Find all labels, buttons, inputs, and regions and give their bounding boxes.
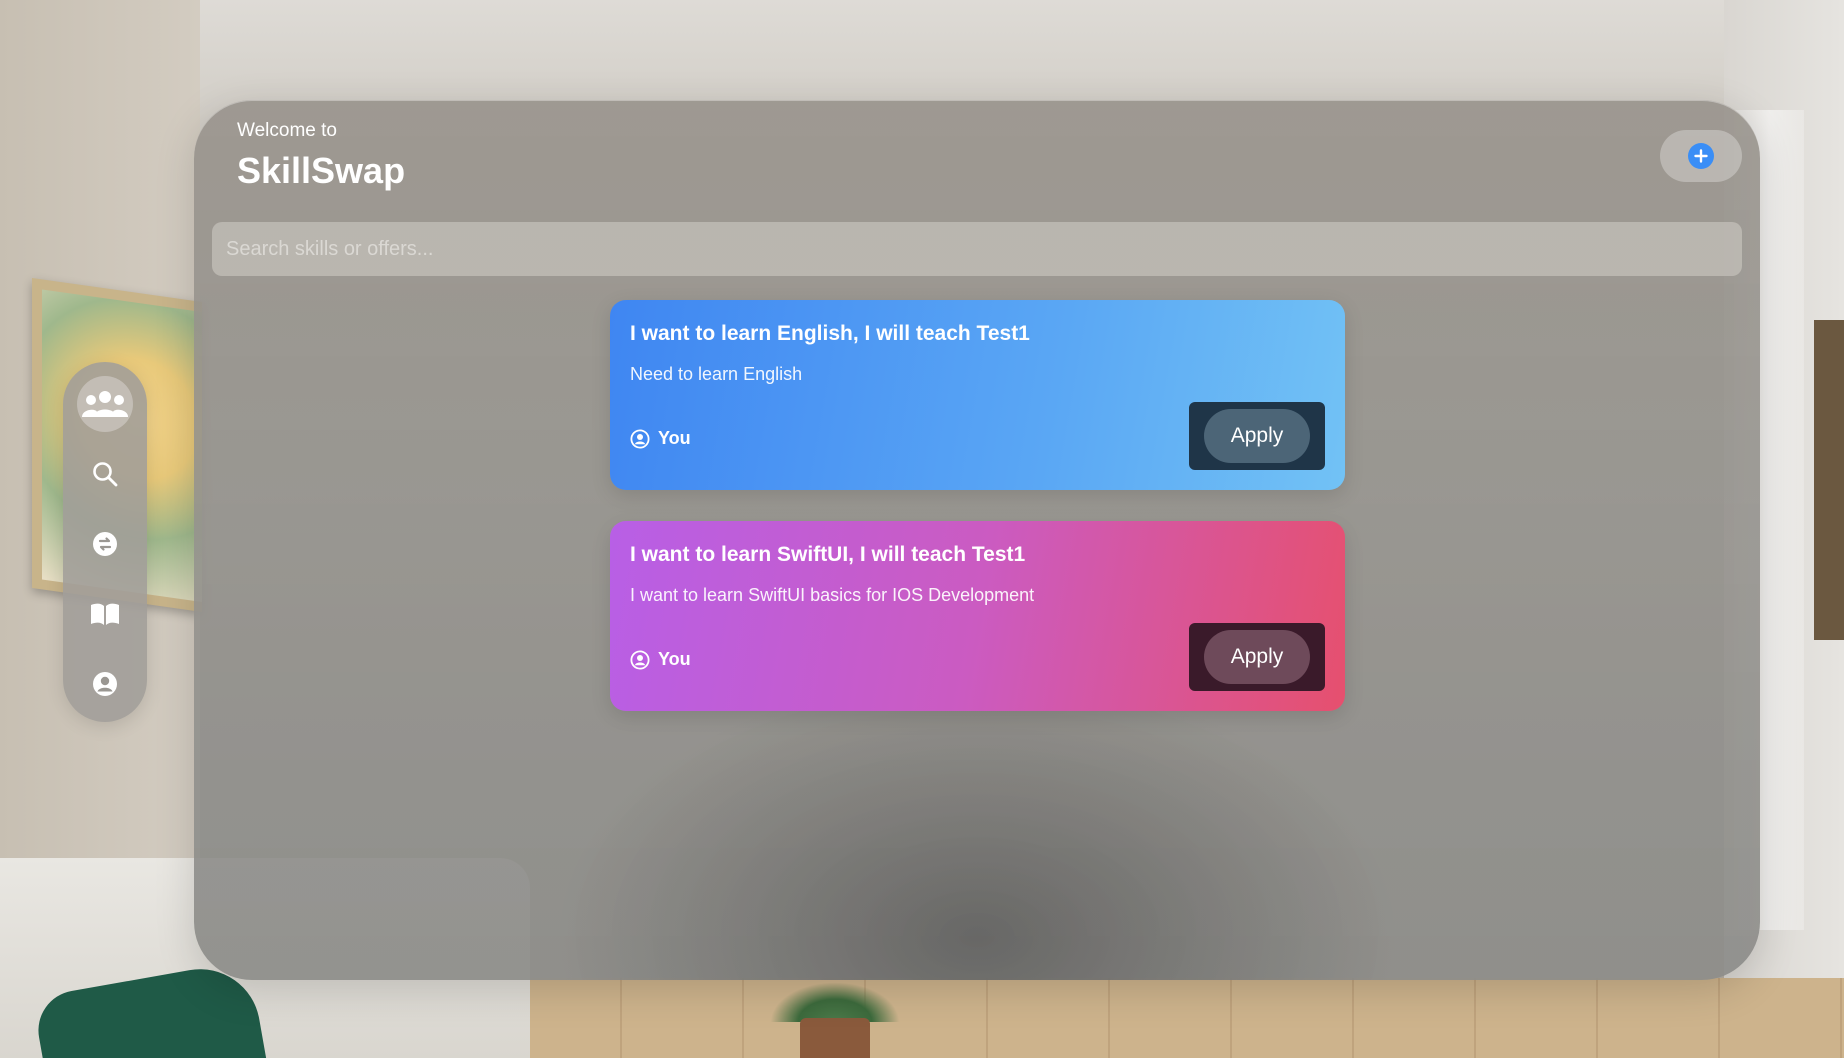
apply-button-container: Apply — [1189, 402, 1325, 470]
main-window: Welcome to SkillSwap I want to learn Eng… — [194, 100, 1760, 980]
apply-button-container: Apply — [1189, 623, 1325, 691]
plant-leaves — [770, 982, 900, 1022]
person-circle-icon — [630, 649, 650, 670]
welcome-label: Welcome to — [237, 120, 337, 141]
app-title: SkillSwap — [237, 150, 406, 191]
add-offer-button[interactable] — [1660, 130, 1742, 182]
person-circle-icon — [630, 428, 650, 449]
offer-author: You — [630, 649, 691, 670]
search-input[interactable] — [212, 222, 1742, 276]
offer-title: I want to learn English, I will teach Te… — [630, 322, 1030, 345]
offer-description: I want to learn SwiftUI basics for IOS D… — [630, 585, 1035, 605]
offer-author-name: You — [658, 428, 691, 448]
sidebar-item-search[interactable] — [77, 446, 133, 502]
offer-card[interactable]: I want to learn English, I will teach Te… — [610, 300, 1345, 490]
offer-card[interactable]: I want to learn SwiftUI, I will teach Te… — [610, 521, 1345, 711]
environment-background: Welcome to SkillSwap I want to learn Eng… — [0, 0, 1844, 1058]
sidebar-item-learning[interactable] — [77, 586, 133, 642]
apply-button[interactable]: Apply — [1204, 409, 1310, 463]
search-icon — [93, 462, 118, 487]
sidebar-item-profile[interactable] — [77, 656, 133, 712]
book-icon — [91, 603, 119, 625]
swap-icon — [93, 532, 117, 556]
plus-circle-icon — [1688, 143, 1714, 169]
sidebar-item-community[interactable] — [77, 376, 133, 432]
offer-description: Need to learn English — [630, 364, 803, 384]
floor — [500, 978, 1844, 1058]
person-circle-icon — [93, 672, 117, 696]
people-icon — [82, 391, 128, 417]
offer-title: I want to learn SwiftUI, I will teach Te… — [630, 543, 1026, 566]
sidebar-item-swaps[interactable] — [77, 516, 133, 572]
offer-author-name: You — [658, 649, 691, 669]
plant-pot — [800, 1018, 870, 1058]
apply-button[interactable]: Apply — [1204, 630, 1310, 684]
offer-author: You — [630, 428, 691, 449]
bookshelf — [1814, 320, 1844, 640]
tab-sidebar — [63, 362, 147, 722]
